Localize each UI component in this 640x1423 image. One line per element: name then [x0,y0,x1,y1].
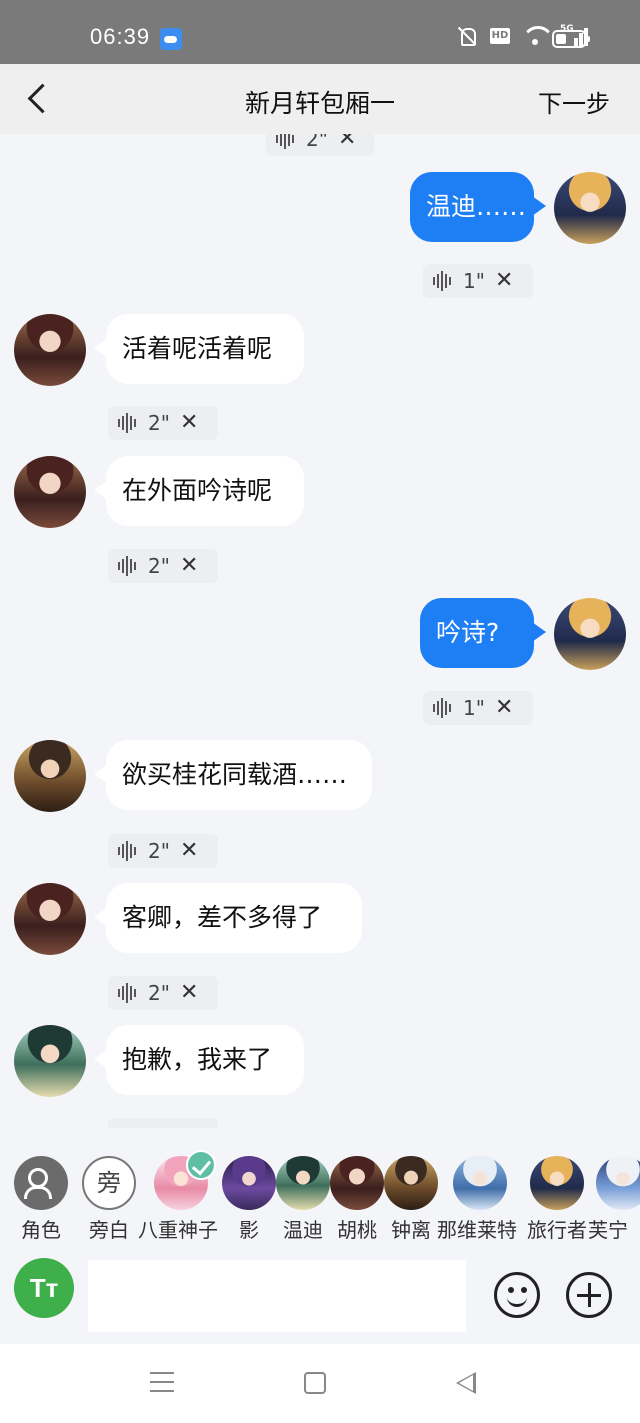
emoji-button[interactable] [494,1272,540,1318]
input-bar: Tт [0,1246,640,1344]
character-name: 角色 [21,1218,61,1242]
message-input[interactable] [88,1260,466,1332]
voice-duration: 2" [148,839,170,863]
voice-duration: 2" [148,554,170,578]
message-bubble[interactable]: 温迪…… [410,172,546,242]
voice-duration: 1" [463,696,485,720]
avatar [453,1156,507,1210]
check-icon [186,1150,216,1180]
voice-duration: 2" [148,981,170,1005]
avatar [384,1156,438,1210]
audio-wave-icon [276,134,296,149]
audio-wave-icon [433,698,453,718]
menu-icon[interactable] [150,1372,174,1392]
audio-wave-icon [118,983,138,1003]
avatar[interactable] [554,598,626,670]
voice-chip: 2" ✕ [266,134,374,156]
avatar [530,1156,584,1210]
message-bubble[interactable]: 欲买桂花同载酒…… [94,740,372,810]
character-narrator[interactable]: 旁 旁白 [74,1156,144,1243]
avatar[interactable] [14,314,86,386]
avatar[interactable] [554,172,626,244]
voice-chip: 1" ✕ [423,691,533,725]
system-nav-bar [0,1344,640,1423]
voice-chip: 2" ✕ [108,549,218,583]
status-bar: 06:39 HD 5G [0,0,640,64]
close-icon[interactable]: ✕ [180,982,198,1004]
audio-wave-icon [118,413,138,433]
close-icon[interactable]: ✕ [180,412,198,434]
avatar [596,1156,640,1210]
character-name: 旁白 [89,1218,129,1242]
close-icon[interactable]: ✕ [338,134,356,150]
voice-chip: 2" ✕ [108,976,218,1010]
header-bar: 新月轩包厢一 下一步 [0,64,640,134]
voice-chip: 2" ✕ [108,406,218,440]
avatar[interactable] [14,883,86,955]
text-style-button[interactable]: Tт [14,1258,74,1318]
character-role-settings[interactable]: 角色 [6,1156,76,1243]
avatar[interactable] [14,456,86,528]
audio-wave-icon [118,556,138,576]
voice-chip: 1" ✕ [423,264,533,298]
back-button[interactable] [18,80,54,120]
hd-icon: HD [490,28,510,44]
voice-duration: 1" [463,269,485,293]
audio-wave-icon [118,841,138,861]
back-triangle-icon[interactable] [456,1372,476,1394]
mute-icon [456,26,478,46]
character-item[interactable]: 芙宁 [588,1156,640,1243]
narrator-icon: 旁 [82,1156,136,1210]
character-bar[interactable]: 角色 旁 旁白 八重神子 影 温迪 胡桃 钟离 那维莱特 旅行者 芙宁 [0,1128,640,1246]
role-settings-icon [14,1156,68,1210]
add-button[interactable] [566,1272,612,1318]
character-item[interactable]: 旅行者 [522,1156,592,1243]
next-step-button[interactable]: 下一步 [538,84,610,119]
message-bubble[interactable]: 客卿，差不多得了 [94,883,362,953]
close-icon[interactable]: ✕ [180,555,198,577]
weather-icon [160,28,182,50]
close-icon[interactable]: ✕ [495,270,513,292]
close-icon[interactable]: ✕ [180,840,198,862]
voice-chip [108,1118,218,1128]
wifi-icon [522,26,548,46]
battery-icon [552,30,590,48]
character-name: 那维莱特 [437,1218,517,1242]
voice-duration: 2" [306,134,328,151]
message-bubble[interactable]: 吟诗? [420,598,546,668]
character-name: 芙宁 [588,1218,628,1242]
voice-chip: 2" ✕ [108,834,218,868]
character-item[interactable]: 八重神子 [138,1150,218,1243]
voice-duration: 2" [148,411,170,435]
message-bubble[interactable]: 在外面吟诗呢 [94,456,304,526]
character-name: 八重神子 [138,1218,218,1242]
chat-list[interactable]: 2" ✕ 温迪…… 1" ✕ 活着呢活着呢 2" ✕ 在外面吟诗呢 2" ✕ 吟… [0,134,640,1128]
character-name: 旅行者 [527,1218,587,1242]
character-item[interactable]: 那维莱特 [437,1156,518,1243]
message-bubble[interactable]: 抱歉，我来了 [94,1025,304,1095]
avatar[interactable] [14,740,86,812]
avatar[interactable] [14,1025,86,1097]
avatar [154,1150,216,1210]
close-icon[interactable]: ✕ [495,697,513,719]
audio-wave-icon [433,271,453,291]
home-icon[interactable] [304,1372,326,1394]
status-time: 06:39 [90,24,151,49]
message-bubble[interactable]: 活着呢活着呢 [94,314,304,384]
